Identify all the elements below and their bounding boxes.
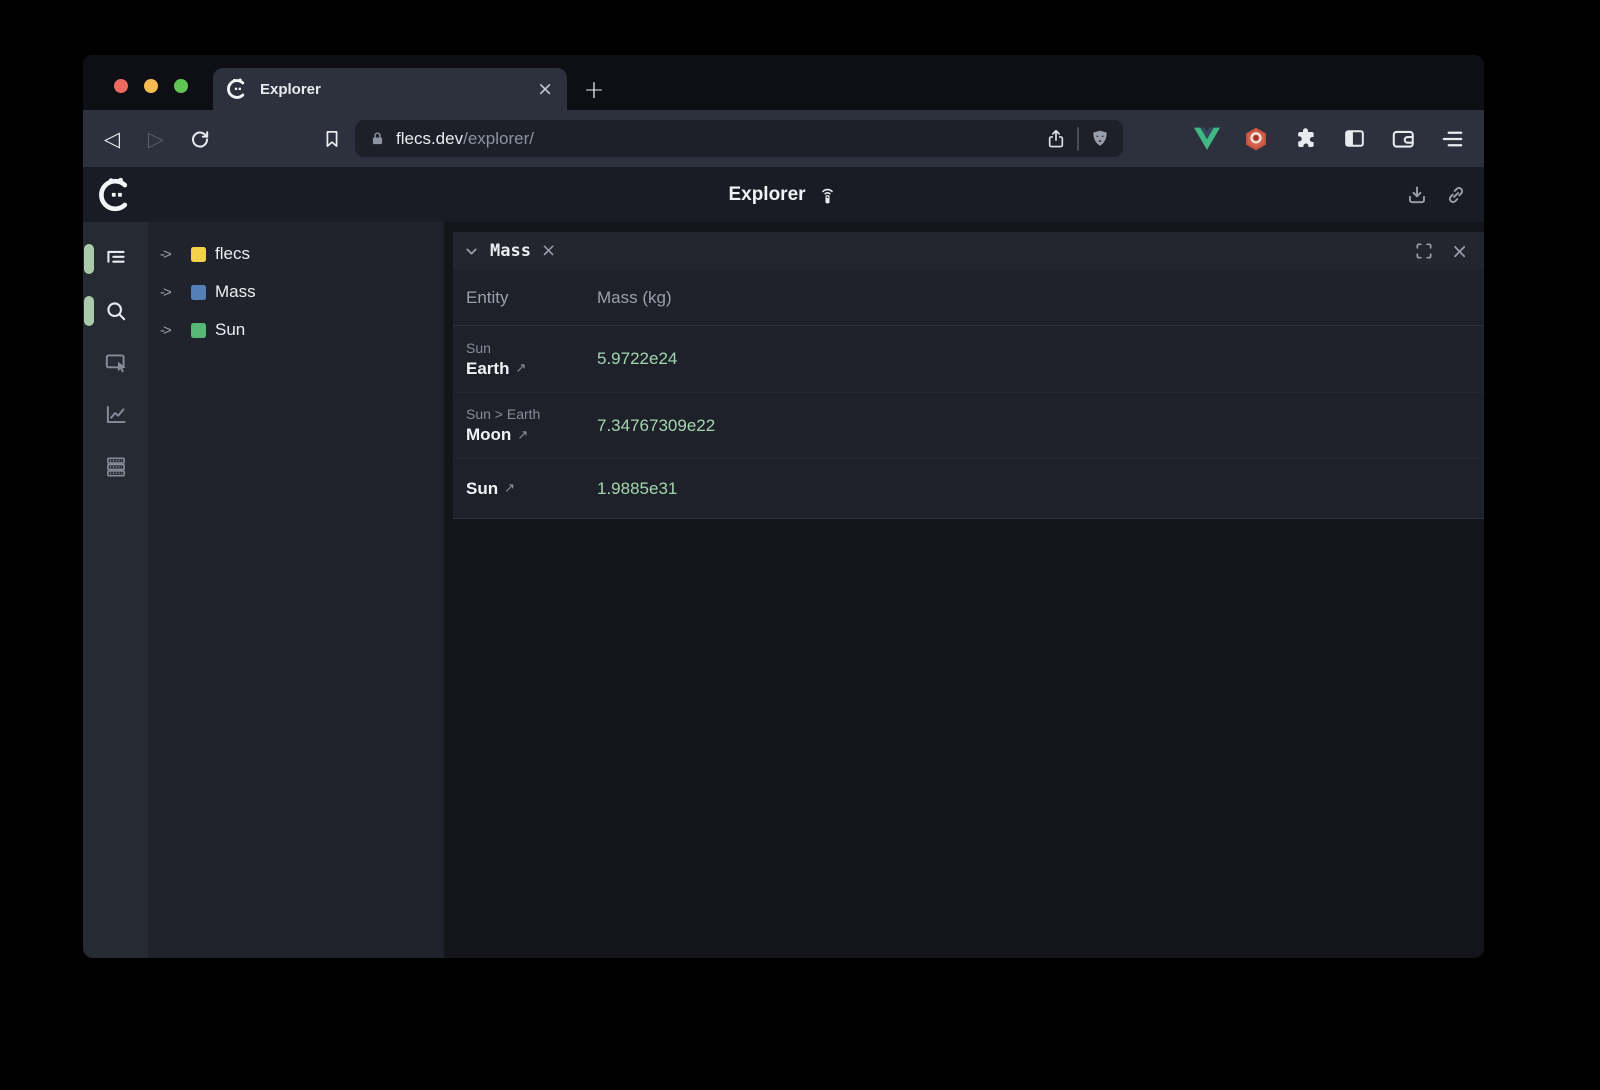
title-bar: Explorer × + (83, 55, 1484, 110)
query-title: Mass (490, 241, 531, 261)
external-link-arrow-icon: ↗ (515, 361, 526, 376)
tree-item-flecs[interactable]: -> flecs (148, 235, 444, 273)
expand-chevron-icon[interactable]: -> (160, 284, 182, 301)
query-close-icon[interactable]: × (541, 242, 556, 260)
tree-item-mass[interactable]: -> Mass (148, 273, 444, 311)
query-results-table: Entity Mass (kg) Sun Earth ↗ 5.9722e24 Su… (453, 270, 1484, 519)
url-text: flecs.dev/explorer/ (396, 129, 1035, 149)
entity-color-swatch (191, 247, 206, 262)
menu-icon[interactable] (1438, 125, 1466, 153)
header-actions (1405, 183, 1468, 207)
expand-chevron-icon[interactable]: -> (160, 322, 182, 339)
link-icon[interactable] (1444, 183, 1468, 207)
address-bar[interactable]: flecs.dev/explorer/ (355, 120, 1123, 157)
mass-value: 1.9885e31 (597, 479, 677, 499)
entity-name: Sun (466, 479, 498, 499)
table-row: Sun ↗ 1.9885e31 (453, 458, 1484, 518)
content-area: -> flecs -> Mass -> Sun (83, 222, 1484, 958)
panel-sidebar (83, 222, 148, 958)
navigation-bar: ◁ ▷ flecs.dev/explorer/ (83, 110, 1484, 167)
entity-parent-path: Sun > Earth (466, 406, 597, 422)
panel-header-actions: × (1414, 241, 1468, 261)
inspector-icon[interactable] (103, 350, 129, 376)
zoom-window-button[interactable] (174, 79, 188, 93)
entity-color-swatch (191, 323, 206, 338)
back-button[interactable]: ◁ (97, 124, 127, 154)
table-row: Sun Earth ↗ 5.9722e24 (453, 326, 1484, 392)
tab-close-icon[interactable]: × (537, 80, 553, 99)
column-header-mass: Mass (kg) (597, 288, 672, 308)
vue-devtools-icon[interactable] (1193, 125, 1221, 153)
external-link-arrow-icon: ↗ (517, 428, 528, 443)
brave-shield-icon[interactable] (1089, 128, 1111, 150)
lock-icon (369, 130, 386, 147)
query-panel: Mass × × Entity (444, 222, 1484, 958)
query-panel-header: Mass × × (453, 232, 1484, 270)
wallet-icon[interactable] (1389, 125, 1417, 153)
bookmark-icon[interactable] (317, 124, 347, 154)
remote-connection-icon (816, 183, 839, 206)
search-icon[interactable] (103, 298, 129, 324)
entity-cell: Sun > Earth Moon ↗ (466, 406, 597, 445)
entity-name: Earth (466, 359, 509, 379)
entity-cell: Sun Earth ↗ (466, 340, 597, 379)
tree-item-label: Sun (215, 320, 245, 340)
mass-value: 7.34767309e22 (597, 416, 715, 436)
tree-panel-open-indicator (84, 244, 94, 274)
tree-item-sun[interactable]: -> Sun (148, 311, 444, 349)
new-tab-button[interactable]: + (579, 74, 609, 104)
reload-button[interactable] (185, 124, 215, 154)
table-row: Sun > Earth Moon ↗ 7.34767309e22 (453, 392, 1484, 458)
mass-value: 5.9722e24 (597, 349, 677, 369)
fullscreen-icon[interactable] (1414, 241, 1434, 261)
column-header-entity: Entity (466, 288, 597, 308)
entity-tree-panel: -> flecs -> Mass -> Sun (148, 222, 444, 958)
tree-item-label: Mass (215, 282, 256, 302)
tab-title: Explorer (260, 81, 526, 98)
external-link-arrow-icon: ↗ (504, 481, 515, 496)
collapse-chevron-icon[interactable] (463, 243, 480, 260)
entity-color-swatch (191, 285, 206, 300)
expand-chevron-icon[interactable]: -> (160, 246, 182, 263)
panel-close-icon[interactable]: × (1451, 241, 1468, 261)
app-header: Explorer (83, 167, 1484, 222)
close-window-button[interactable] (114, 79, 128, 93)
entity-link[interactable]: Sun ↗ (466, 479, 597, 499)
tree-view-icon[interactable] (103, 246, 129, 272)
hexagon-extension-icon[interactable] (1242, 125, 1270, 153)
url-path: /explorer/ (463, 129, 534, 148)
url-domain: flecs.dev (396, 129, 463, 148)
browser-tab-explorer[interactable]: Explorer × (213, 68, 567, 110)
entity-link[interactable]: Earth ↗ (466, 359, 597, 379)
page-title-group: Explorer (83, 183, 1484, 206)
entity-link[interactable]: Moon ↗ (466, 425, 597, 445)
entity-cell: Sun ↗ (466, 479, 597, 499)
entity-name: Moon (466, 425, 511, 445)
forward-button[interactable]: ▷ (141, 124, 171, 154)
page-title: Explorer (728, 184, 805, 206)
flecs-logo (99, 177, 135, 213)
minimize-window-button[interactable] (144, 79, 158, 93)
address-bar-divider (1077, 127, 1079, 151)
query-panel-open-indicator (84, 296, 94, 326)
entity-parent-path: Sun (466, 340, 597, 356)
table-header-row: Entity Mass (kg) (453, 270, 1484, 326)
extension-toolbar (1193, 125, 1470, 153)
sidebar-toggle-icon[interactable] (1340, 125, 1368, 153)
share-icon[interactable] (1045, 128, 1067, 150)
traffic-lights (114, 79, 188, 93)
memory-rows-icon[interactable] (103, 454, 129, 480)
browser-window: Explorer × + ◁ ▷ flecs.dev/ (83, 55, 1484, 958)
stats-chart-icon[interactable] (103, 402, 129, 428)
tree-item-label: flecs (215, 244, 250, 264)
download-icon[interactable] (1405, 183, 1429, 207)
extensions-puzzle-icon[interactable] (1291, 125, 1319, 153)
flecs-favicon-icon (227, 78, 249, 100)
